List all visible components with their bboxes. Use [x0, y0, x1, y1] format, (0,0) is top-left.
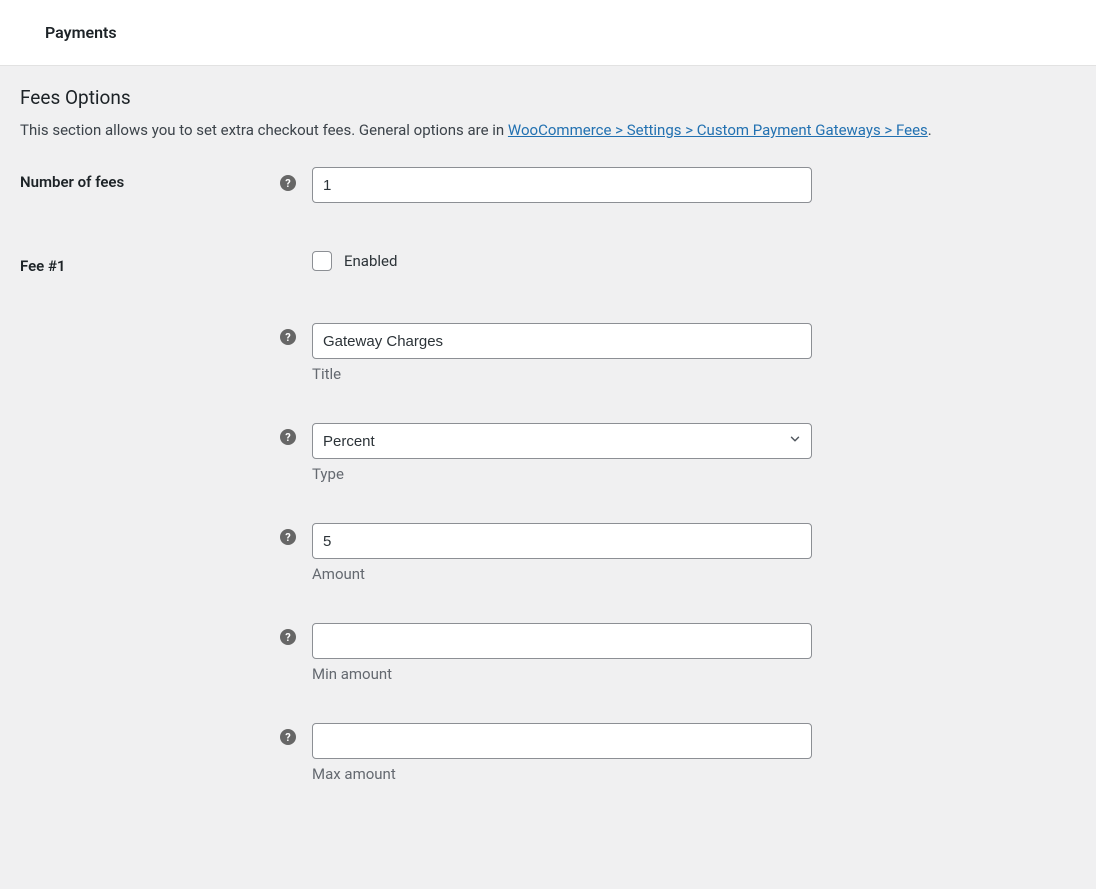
- help-col: ?: [280, 623, 312, 645]
- section-description-suffix: .: [928, 121, 932, 139]
- field-col: Title: [312, 323, 812, 383]
- fee1-enabled-label[interactable]: Enabled: [344, 252, 397, 270]
- help-col: ?: [280, 523, 312, 545]
- row-number-of-fees: Number of fees ?: [20, 167, 1076, 203]
- fee1-max-amount-sublabel: Max amount: [312, 765, 812, 783]
- help-icon[interactable]: ?: [280, 429, 296, 445]
- number-of-fees-input[interactable]: [312, 167, 812, 203]
- fee1-subfields: ? Title ? PercentFixed Type: [20, 323, 1076, 783]
- help-icon[interactable]: ?: [280, 629, 296, 645]
- fee1-enabled-checkbox[interactable]: [312, 251, 332, 271]
- fee1-type-sublabel: Type: [312, 465, 812, 483]
- fee1-max-amount-input[interactable]: [312, 723, 812, 759]
- page-title: Payments: [45, 23, 117, 42]
- row-fee1-min-amount: ? Min amount: [20, 623, 1076, 683]
- row-fee1: Fee #1 Enabled: [20, 251, 1076, 275]
- help-icon[interactable]: ?: [280, 175, 296, 191]
- fee1-min-amount-input[interactable]: [312, 623, 812, 659]
- help-icon[interactable]: ?: [280, 729, 296, 745]
- row-fee1-amount: ? Amount: [20, 523, 1076, 583]
- section-description-text: This section allows you to set extra che…: [20, 121, 508, 139]
- field-col: PercentFixed Type: [312, 423, 812, 483]
- help-col: ?: [280, 723, 312, 745]
- field-col: Amount: [312, 523, 812, 583]
- fee1-title-input[interactable]: [312, 323, 812, 359]
- help-icon[interactable]: ?: [280, 329, 296, 345]
- row-fee1-type: ? PercentFixed Type: [20, 423, 1076, 483]
- help-col: ?: [280, 423, 312, 445]
- fee1-amount-input[interactable]: [312, 523, 812, 559]
- row-fee1-title: ? Title: [20, 323, 1076, 383]
- content-area: Fees Options This section allows you to …: [0, 66, 1096, 853]
- help-col-empty: [280, 251, 312, 259]
- fee1-min-amount-sublabel: Min amount: [312, 665, 812, 683]
- label-fee1: Fee #1: [20, 251, 280, 275]
- fee1-type-select-wrap: PercentFixed: [312, 423, 812, 459]
- field-col: [312, 167, 812, 203]
- label-number-of-fees: Number of fees: [20, 167, 280, 191]
- section-description-link[interactable]: WooCommerce > Settings > Custom Payment …: [508, 121, 928, 139]
- fee1-enabled-row: Enabled: [312, 251, 397, 271]
- top-bar: Payments: [0, 0, 1096, 66]
- field-col: Min amount: [312, 623, 812, 683]
- fee1-amount-sublabel: Amount: [312, 565, 812, 583]
- help-col: ?: [280, 323, 312, 345]
- field-col: Enabled: [312, 251, 397, 271]
- field-col: Max amount: [312, 723, 812, 783]
- section-description: This section allows you to set extra che…: [20, 121, 1076, 139]
- section-title: Fees Options: [20, 86, 1076, 109]
- help-col: ?: [280, 167, 312, 191]
- help-icon[interactable]: ?: [280, 529, 296, 545]
- row-fee1-max-amount: ? Max amount: [20, 723, 1076, 783]
- fee1-title-sublabel: Title: [312, 365, 812, 383]
- fee1-type-select[interactable]: PercentFixed: [312, 423, 812, 459]
